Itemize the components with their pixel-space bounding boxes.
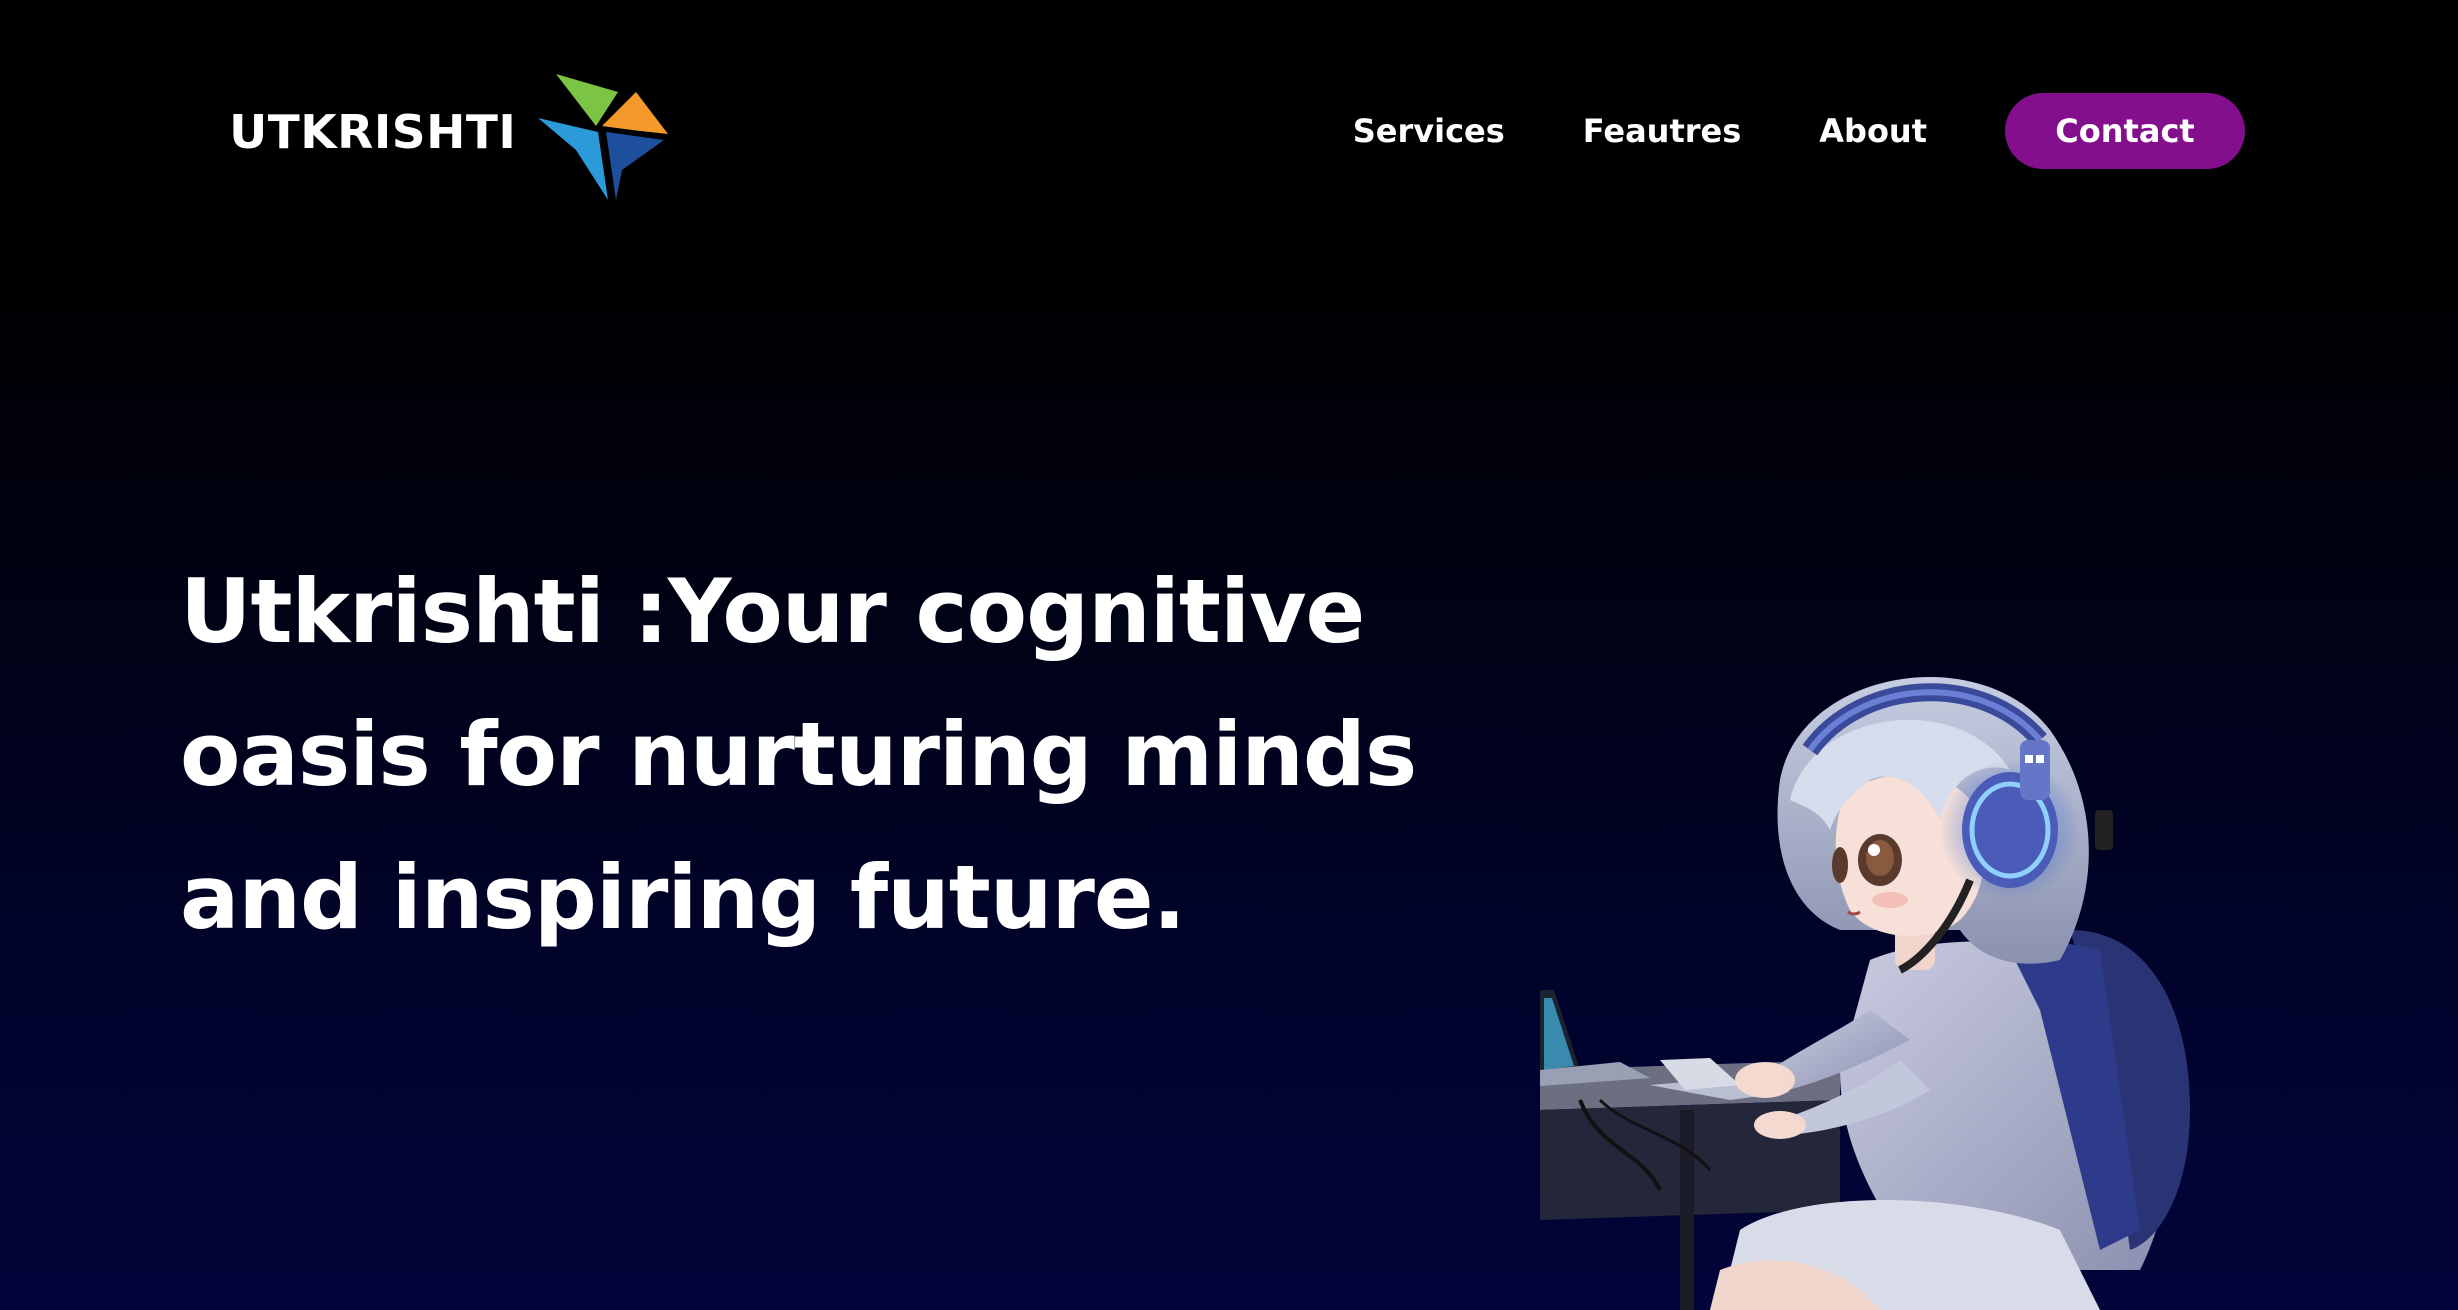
nav-links: Services Feautres About Contact: [1353, 93, 2245, 169]
top-navigation: UTKRISHTI Services Feautres About Contac…: [0, 0, 2458, 260]
star-logo-icon: [537, 74, 668, 200]
contact-button[interactable]: Contact: [2005, 93, 2245, 169]
nav-link-features[interactable]: Feautres: [1583, 112, 1741, 150]
hero-headline: Utkrishti :Your cognitive oasis for nurt…: [180, 560, 1417, 949]
nav-link-about[interactable]: About: [1819, 112, 1927, 150]
nav-link-services[interactable]: Services: [1353, 112, 1505, 150]
brand-name: UTKRISHTI: [229, 105, 517, 159]
girl-at-laptop-illustration: [1540, 677, 2190, 1310]
brand-home-link[interactable]: UTKRISHTI: [229, 62, 676, 202]
